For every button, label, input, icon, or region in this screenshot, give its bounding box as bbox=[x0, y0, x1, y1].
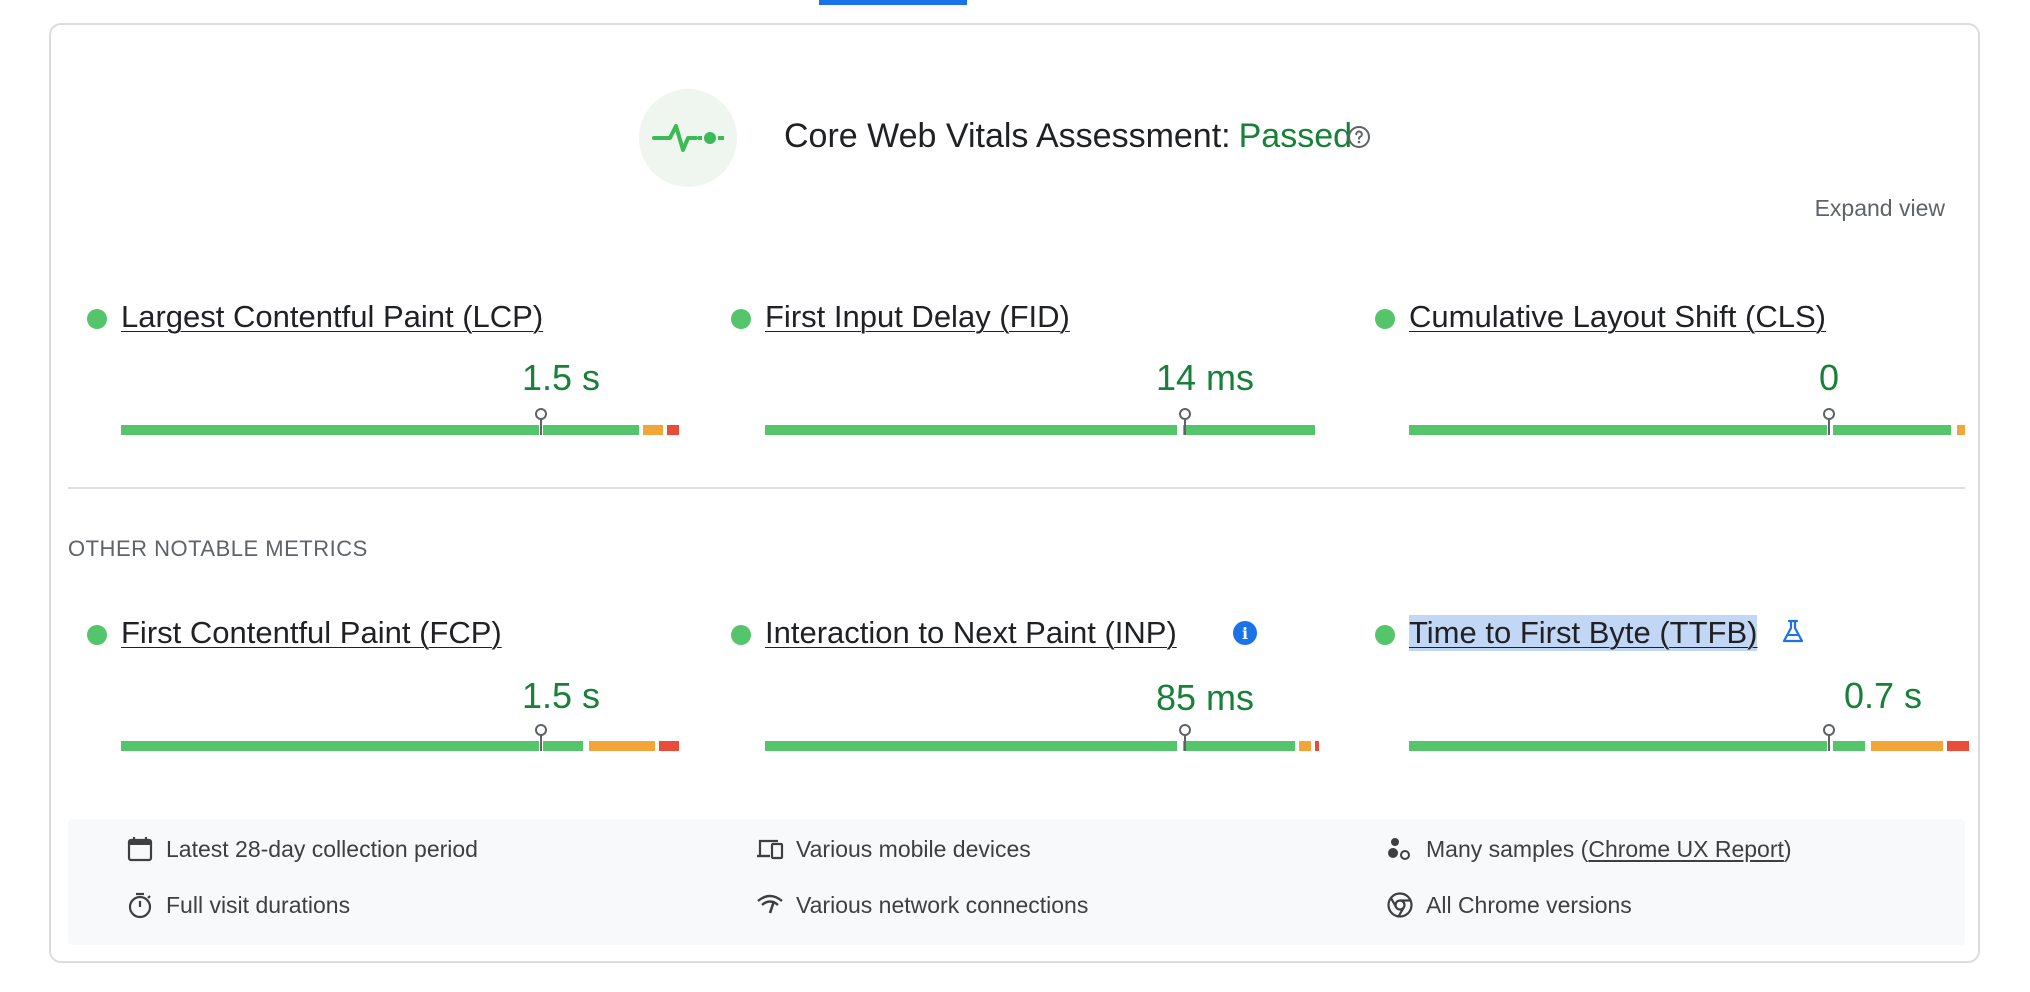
devices-item: Various mobile devices bbox=[756, 835, 1031, 863]
samples-icon bbox=[1388, 838, 1410, 860]
status-dot bbox=[731, 309, 751, 329]
bar-good-segment bbox=[121, 741, 539, 751]
metric-fcp-link[interactable]: First Contentful Paint (FCP) bbox=[121, 615, 502, 651]
metric-cls-link[interactable]: Cumulative Layout Shift (CLS) bbox=[1409, 299, 1826, 335]
status-dot bbox=[87, 625, 107, 645]
pulse-icon-badge bbox=[639, 89, 737, 187]
metric-fid: First Input Delay (FID) 14 ms bbox=[731, 295, 1315, 445]
bar-good-segment bbox=[1409, 425, 1827, 435]
devices-icon bbox=[757, 839, 784, 860]
chrome-versions-item: All Chrome versions bbox=[1386, 891, 1632, 919]
network-text: Various network connections bbox=[796, 891, 1089, 918]
status-dot bbox=[1375, 625, 1395, 645]
visit-durations-text: Full visit durations bbox=[166, 891, 351, 918]
bar-good-segment bbox=[121, 425, 539, 435]
metric-fid-value: 14 ms bbox=[1155, 357, 1255, 398]
samples-suffix: ) bbox=[1783, 835, 1792, 862]
metric-ttfb: Time to First Byte (TTFB) 0.7 s bbox=[1375, 611, 1969, 761]
bar-good-segment bbox=[1183, 425, 1315, 435]
metric-fcp: First Contentful Paint (FCP) 1.5 s bbox=[87, 611, 679, 761]
metric-inp-link[interactable]: Interaction to Next Paint (INP) bbox=[765, 615, 1177, 651]
assessment-title-prefix: Core Web Vitals Assessment: bbox=[784, 117, 1231, 155]
expand-view-link[interactable]: Expand view bbox=[1815, 195, 1945, 222]
bar-needs-improvement-segment bbox=[1299, 741, 1311, 751]
bar-good-segment bbox=[1833, 741, 1865, 751]
bar-poor-segment bbox=[659, 741, 679, 751]
section-divider bbox=[68, 487, 1965, 489]
percentile-marker-icon bbox=[1823, 724, 1835, 751]
assessment-title: Core Web Vitals Assessment: Passed bbox=[784, 117, 1352, 156]
bar-good-segment bbox=[543, 741, 583, 751]
other-metrics-heading: OTHER NOTABLE METRICS bbox=[68, 536, 368, 561]
bar-poor-segment bbox=[1315, 741, 1319, 751]
metric-lcp-link[interactable]: Largest Contentful Paint (LCP) bbox=[121, 299, 543, 335]
help-icon[interactable] bbox=[1347, 125, 1371, 149]
metric-ttfb-value: 0.7 s bbox=[1843, 675, 1923, 716]
chrome-versions-text: All Chrome versions bbox=[1426, 891, 1632, 918]
bar-poor-segment bbox=[1947, 741, 1969, 751]
active-tab-indicator bbox=[819, 0, 967, 5]
bar-good-segment bbox=[1833, 425, 1951, 435]
percentile-marker-icon bbox=[1823, 408, 1835, 435]
chrome-ux-report-link[interactable]: Chrome UX Report bbox=[1588, 836, 1784, 863]
bar-good-segment bbox=[1183, 741, 1295, 751]
bar-needs-improvement-segment bbox=[1871, 741, 1943, 751]
bar-good-segment bbox=[765, 741, 1177, 751]
bar-good-segment bbox=[1409, 741, 1827, 751]
bar-poor-segment bbox=[667, 425, 679, 435]
bar-good-segment bbox=[765, 425, 1177, 435]
core-web-vitals-card: Core Web Vitals Assessment: Passed Expan… bbox=[49, 23, 1980, 963]
visit-durations-item: Full visit durations bbox=[126, 891, 350, 919]
metric-inp-value: 85 ms bbox=[1155, 677, 1255, 718]
bar-needs-improvement-segment bbox=[589, 741, 655, 751]
metric-ttfb-link[interactable]: Time to First Byte (TTFB) bbox=[1409, 615, 1758, 651]
metric-inp: Interaction to Next Paint (INP) i 85 ms bbox=[731, 611, 1319, 761]
status-dot bbox=[87, 309, 107, 329]
info-icon[interactable]: i bbox=[1233, 621, 1257, 645]
status-dot bbox=[1375, 309, 1395, 329]
bar-needs-improvement-segment bbox=[1957, 425, 1965, 435]
calendar-icon bbox=[127, 837, 153, 862]
metric-fcp-value: 1.5 s bbox=[521, 675, 601, 716]
metric-cls: Cumulative Layout Shift (CLS) 0 bbox=[1375, 295, 1965, 445]
bar-good-segment bbox=[543, 425, 639, 435]
metric-lcp-value: 1.5 s bbox=[521, 357, 601, 398]
metric-lcp: Largest Contentful Paint (LCP) 1.5 s bbox=[87, 295, 679, 445]
percentile-marker-icon bbox=[535, 724, 547, 751]
status-dot bbox=[731, 625, 751, 645]
metric-fid-link[interactable]: First Input Delay (FID) bbox=[765, 299, 1070, 335]
assessment-status: Passed bbox=[1238, 117, 1353, 155]
collection-period-text: Latest 28-day collection period bbox=[166, 835, 478, 862]
metric-cls-value: 0 bbox=[1818, 357, 1840, 398]
samples-prefix: Many samples ( bbox=[1426, 835, 1589, 862]
percentile-marker-icon bbox=[1179, 724, 1191, 751]
flask-icon[interactable] bbox=[1781, 619, 1805, 645]
collection-period-item: Latest 28-day collection period bbox=[126, 835, 478, 863]
network-signal-icon bbox=[757, 894, 783, 914]
collection-info-footer: Latest 28-day collection period Full vis… bbox=[68, 819, 1965, 945]
chrome-icon bbox=[1387, 892, 1413, 918]
stopwatch-icon bbox=[128, 892, 152, 919]
network-item: Various network connections bbox=[756, 891, 1088, 919]
percentile-marker-icon bbox=[535, 408, 547, 435]
pulse-icon bbox=[652, 124, 724, 152]
samples-item: Many samples (Chrome UX Report) bbox=[1386, 835, 1792, 863]
bar-needs-improvement-segment bbox=[643, 425, 663, 435]
devices-text: Various mobile devices bbox=[796, 835, 1031, 862]
percentile-marker-icon bbox=[1179, 408, 1191, 435]
